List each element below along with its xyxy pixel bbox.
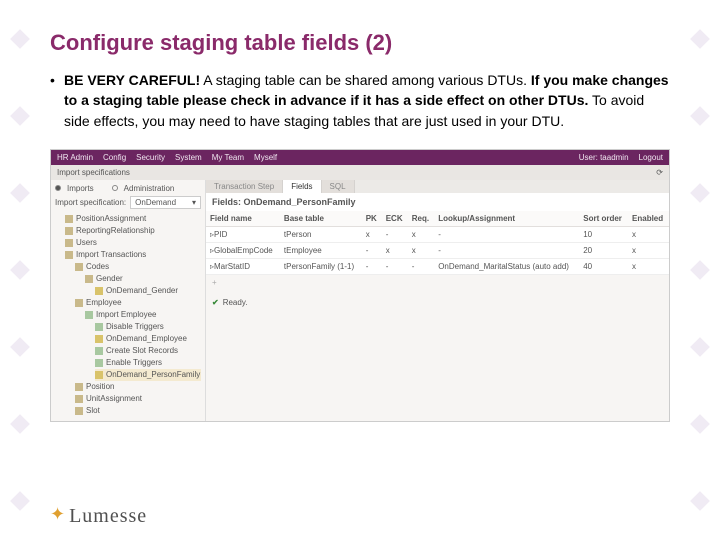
bullet-dot: •	[50, 70, 64, 131]
chevron-down-icon: ▾	[192, 198, 196, 207]
sidebar: Imports Administration Import specificat…	[51, 180, 206, 421]
decoration-left	[0, 0, 50, 540]
user-label: User: taadmin	[579, 153, 629, 162]
menu-system[interactable]: System	[175, 153, 202, 162]
subbar: Import specifications ⟳	[51, 165, 669, 180]
fields-table: Field name Base table PK ECK Req. Lookup…	[206, 211, 669, 275]
col-req[interactable]: Req.	[408, 211, 434, 227]
tree: PositionAssignment ReportingRelationship…	[55, 213, 201, 417]
logo-text: Lumesse	[69, 505, 147, 528]
menu-config[interactable]: Config	[103, 153, 126, 162]
col-base-table[interactable]: Base table	[280, 211, 362, 227]
menu-my-team[interactable]: My Team	[212, 153, 244, 162]
tab-sql[interactable]: SQL	[322, 180, 355, 193]
radio-admin[interactable]	[112, 185, 118, 191]
logo-star-icon: ✦	[50, 504, 65, 525]
tree-item[interactable]: OnDemand_Gender	[95, 285, 201, 297]
tree-item[interactable]: Users	[65, 237, 201, 249]
table-row[interactable]: ▹MarStatIDtPersonFamily (1-1)---OnDemand…	[206, 258, 669, 274]
tree-item[interactable]: Import Transactions	[65, 249, 201, 261]
bullet-item: • BE VERY CAREFUL! A staging table can b…	[0, 70, 720, 141]
table-row[interactable]: ▹PIDtPersonx-x-10x	[206, 226, 669, 242]
tree-item[interactable]: Position	[75, 381, 201, 393]
radio-admin-label: Administration	[124, 184, 175, 193]
tree-item[interactable]: ReportingRelationship	[65, 225, 201, 237]
tree-item[interactable]: Import Employee	[85, 309, 201, 321]
tree-item[interactable]: Codes	[75, 261, 201, 273]
panel-title: Fields: OnDemand_PersonFamily	[206, 193, 669, 211]
tab-transaction-step[interactable]: Transaction Step	[206, 180, 283, 193]
menu-hr-admin[interactable]: HR Admin	[57, 153, 93, 162]
col-eck[interactable]: ECK	[382, 211, 408, 227]
tree-item[interactable]: Disable Triggers	[95, 321, 201, 333]
bullet-text: BE VERY CAREFUL! A staging table can be …	[64, 70, 670, 131]
tree-item[interactable]: Slot	[75, 405, 201, 417]
refresh-icon[interactable]: ⟳	[656, 168, 663, 177]
slide-title: Configure staging table fields (2)	[0, 0, 720, 70]
col-pk[interactable]: PK	[362, 211, 382, 227]
tree-item-selected[interactable]: OnDemand_PersonFamily	[95, 369, 201, 381]
decoration-right	[670, 0, 720, 540]
app-top-bar: HR Admin Config Security System My Team …	[51, 150, 669, 165]
tree-item[interactable]: Employee	[75, 297, 201, 309]
tree-item[interactable]: Enable Triggers	[95, 357, 201, 369]
spec-label: Import specification:	[55, 198, 126, 207]
tab-fields[interactable]: Fields	[283, 180, 321, 193]
main-panel: Transaction Step Fields SQL Fields: OnDe…	[206, 180, 669, 421]
subbar-title: Import specifications	[57, 168, 130, 177]
spec-select[interactable]: OnDemand▾	[130, 196, 201, 209]
tree-item[interactable]: Create Slot Records	[95, 345, 201, 357]
col-enabled[interactable]: Enabled	[628, 211, 669, 227]
status-ready: ✔ Ready.	[206, 290, 669, 315]
menu-myself[interactable]: Myself	[254, 153, 277, 162]
embedded-screenshot: HR Admin Config Security System My Team …	[50, 149, 670, 422]
tree-item[interactable]: PositionAssignment	[65, 213, 201, 225]
radio-imports[interactable]	[55, 185, 61, 191]
menu-security[interactable]: Security	[136, 153, 165, 162]
col-field-name[interactable]: Field name	[206, 211, 280, 227]
tree-item[interactable]: UnitAssignment	[75, 393, 201, 405]
add-row-button[interactable]: +	[206, 275, 669, 290]
col-lookup[interactable]: Lookup/Assignment	[434, 211, 579, 227]
check-icon: ✔	[212, 298, 219, 307]
tree-item[interactable]: OnDemand_Employee	[95, 333, 201, 345]
table-row[interactable]: ▹GlobalEmpCodetEmployee-xx-20x	[206, 242, 669, 258]
logo: ✦ Lumesse	[50, 505, 147, 528]
radio-imports-label: Imports	[67, 184, 94, 193]
tree-item[interactable]: Gender	[85, 273, 201, 285]
col-sort[interactable]: Sort order	[579, 211, 628, 227]
logout-link[interactable]: Logout	[639, 153, 663, 162]
